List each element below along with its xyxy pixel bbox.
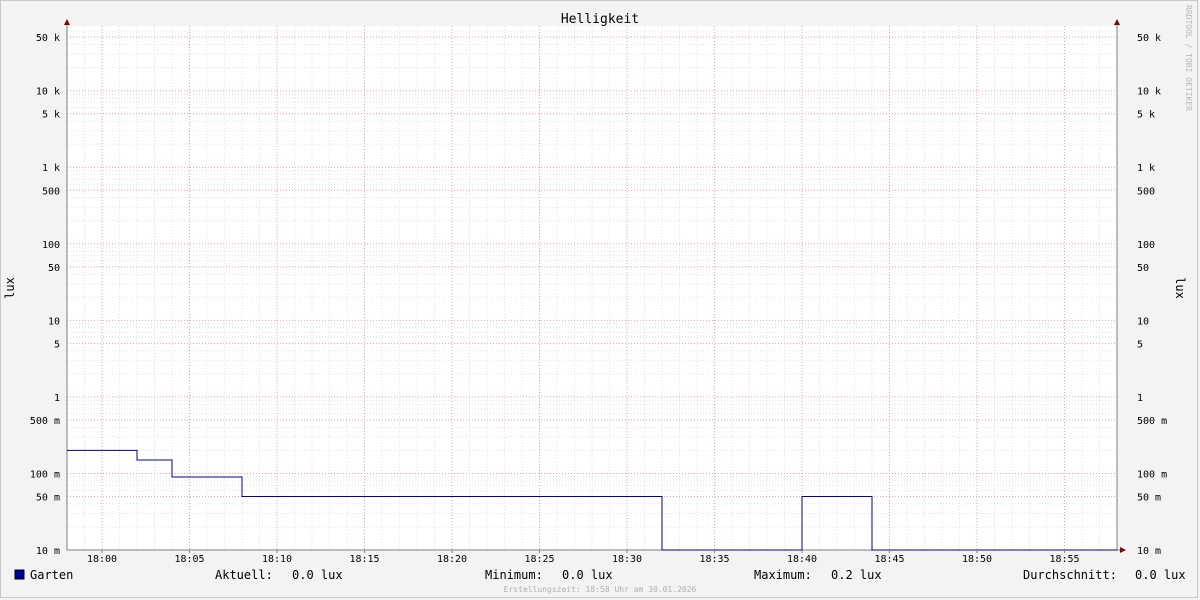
y-tick-label-left: 10 bbox=[48, 316, 60, 327]
y-tick-label-right: 5 k bbox=[1137, 110, 1155, 121]
y-tick-label-right: 100 m bbox=[1137, 469, 1167, 480]
x-tick-label: 18:30 bbox=[612, 554, 642, 565]
y-tick-label-right: 10 k bbox=[1137, 87, 1161, 98]
rrdtool-credit: RRDTOOL / TOBI OETIKER bbox=[1184, 5, 1193, 111]
legend-min-value: 0.0 lux bbox=[562, 568, 613, 582]
legend-current-label: Aktuell: bbox=[215, 568, 273, 582]
y-tick-label-left: 1 k bbox=[42, 163, 60, 174]
legend-avg-value: 0.0 lux bbox=[1135, 568, 1186, 582]
y-tick-label-right: 50 bbox=[1137, 263, 1149, 274]
y-tick-label-right: 1 bbox=[1137, 393, 1143, 404]
y-tick-label-left: 100 bbox=[42, 240, 60, 251]
legend-current-value: 0.0 lux bbox=[292, 568, 343, 582]
y-tick-label-left: 5 k bbox=[42, 110, 60, 121]
x-tick-label: 18:00 bbox=[87, 554, 117, 565]
x-tick-label: 18:05 bbox=[174, 554, 204, 565]
legend-max-value: 0.2 lux bbox=[831, 568, 882, 582]
y-tick-label-right: 500 bbox=[1137, 186, 1155, 197]
y-tick-label-right: 50 k bbox=[1137, 33, 1161, 44]
y-tick-label-right: 50 m bbox=[1137, 492, 1161, 503]
x-tick-label: 18:15 bbox=[349, 554, 379, 565]
y-tick-label-right: 100 bbox=[1137, 240, 1155, 251]
y-tick-label-left: 50 m bbox=[36, 492, 60, 503]
x-tick-label: 18:35 bbox=[699, 554, 729, 565]
legend-avg-label: Durchschnitt: bbox=[1023, 568, 1117, 582]
x-tick-label: 18:20 bbox=[437, 554, 467, 565]
y-tick-label-left: 50 bbox=[48, 263, 60, 274]
y-tick-label-left: 10 m bbox=[36, 546, 60, 557]
y-axis-arrow-right bbox=[1114, 19, 1120, 25]
y-tick-label-right: 1 k bbox=[1137, 163, 1155, 174]
y-tick-label-left: 10 k bbox=[36, 87, 60, 98]
x-tick-label: 18:25 bbox=[524, 554, 554, 565]
x-tick-label: 18:10 bbox=[262, 554, 292, 565]
y-tick-label-left: 500 m bbox=[30, 416, 60, 427]
x-tick-label: 18:40 bbox=[787, 554, 817, 565]
y-tick-label-left: 100 m bbox=[30, 469, 60, 480]
y-tick-label-left: 5 bbox=[54, 339, 60, 350]
x-axis-arrow bbox=[1120, 547, 1126, 553]
creation-time-note: Erstellungszeit: 18:58 Uhr am 30.01.2026 bbox=[504, 585, 697, 594]
y-axis-label-right: lux bbox=[1173, 277, 1187, 299]
chart-svg: 18:00 18:05 18:10 18:15 18:20 18:25 18:30 18:35… bbox=[3, 5, 1193, 594]
legend-min-label: Minimum: bbox=[485, 568, 543, 582]
legend-series-name: Garten bbox=[30, 568, 73, 582]
y-tick-label-left: 50 k bbox=[36, 33, 60, 44]
y-axis-arrow-left bbox=[64, 19, 70, 25]
legend-swatch bbox=[14, 569, 25, 580]
y-tick-label-right: 500 m bbox=[1137, 416, 1167, 427]
y-tick-label-right: 10 m bbox=[1137, 546, 1161, 557]
y-tick-label-left: 500 bbox=[42, 186, 60, 197]
legend-max-label: Maximum: bbox=[754, 568, 812, 582]
x-tick-label: 18:50 bbox=[962, 554, 992, 565]
y-tick-label-right: 5 bbox=[1137, 339, 1143, 350]
y-tick-label-left: 1 bbox=[54, 393, 60, 404]
chart-title: Helligkeit bbox=[561, 12, 639, 27]
x-tick-label: 18:45 bbox=[874, 554, 904, 565]
y-tick-label-right: 10 bbox=[1137, 316, 1149, 327]
x-tick-label: 18:55 bbox=[1049, 554, 1079, 565]
y-axis-label-left: lux bbox=[3, 277, 17, 299]
